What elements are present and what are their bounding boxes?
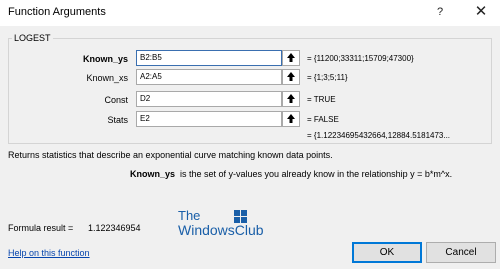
const-input[interactable]: D2: [136, 91, 282, 107]
stats-label: Stats: [107, 115, 128, 125]
watermark-line1: The: [178, 208, 201, 223]
title-bar: Function Arguments ? ✕: [0, 0, 500, 26]
known-xs-label: Known_xs: [86, 73, 128, 83]
ok-button[interactable]: OK: [352, 242, 422, 263]
collapse-dialog-icon: [287, 94, 295, 103]
known-xs-input[interactable]: A2:A5: [136, 69, 282, 85]
help-icon[interactable]: ?: [432, 4, 448, 20]
stats-collapse-button[interactable]: [282, 111, 300, 127]
known-ys-input[interactable]: B2:B5: [136, 50, 282, 66]
formula-result-value: 1.122346954: [88, 223, 141, 233]
function-description: Returns statistics that describe an expo…: [8, 150, 333, 160]
const-value: = TRUE: [307, 95, 336, 104]
known-ys-collapse-button[interactable]: [282, 50, 300, 66]
collapse-dialog-icon: [287, 72, 295, 81]
collapse-dialog-icon: [287, 53, 295, 62]
watermark-line2: WindowsClub: [178, 222, 264, 238]
argument-help-text: is the set of y-values you already know …: [180, 169, 453, 179]
known-ys-value: = {11200;33311;15709;47300}: [307, 54, 414, 63]
known-ys-label: Known_ys: [82, 54, 128, 64]
windows-logo-icon: [234, 210, 247, 223]
formula-result-label: Formula result =: [8, 223, 74, 233]
const-label: Const: [104, 95, 128, 105]
close-icon[interactable]: ✕: [470, 2, 492, 22]
known-xs-collapse-button[interactable]: [282, 69, 300, 85]
function-name: LOGEST: [12, 33, 53, 43]
const-collapse-button[interactable]: [282, 91, 300, 107]
collapse-dialog-icon: [287, 114, 295, 123]
argument-help-name: Known_ys: [130, 169, 176, 179]
help-on-function-link[interactable]: Help on this function: [8, 248, 90, 258]
known-xs-value: = {1;3;5;11}: [307, 73, 348, 82]
cancel-button[interactable]: Cancel: [426, 242, 496, 263]
watermark: The WindowsClub: [178, 208, 288, 242]
stats-value: = FALSE: [307, 115, 339, 124]
stats-input[interactable]: E2: [136, 111, 282, 127]
dialog-title: Function Arguments: [8, 6, 106, 18]
function-result-preview: = {1.12234695432664,12884.5181473...: [307, 131, 451, 140]
